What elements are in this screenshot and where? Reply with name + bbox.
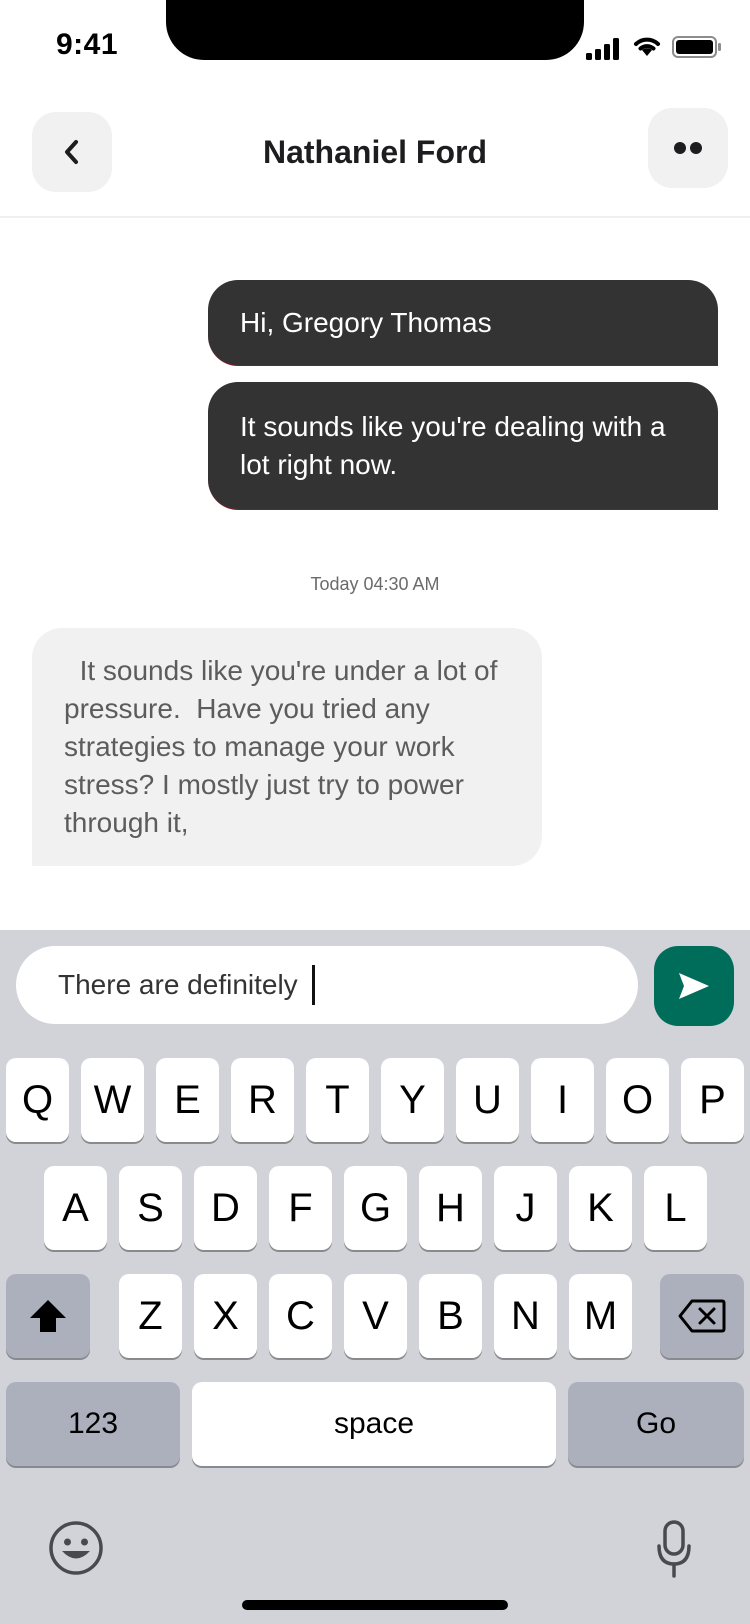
go-key[interactable]: Go: [568, 1382, 744, 1466]
key-n[interactable]: N: [494, 1274, 557, 1358]
key-c[interactable]: C: [269, 1274, 332, 1358]
delete-key[interactable]: [660, 1274, 744, 1358]
keyboard-area: There are definitely Q W E R T Y U I O P…: [0, 930, 750, 1624]
message-text: Hi, Gregory Thomas: [240, 306, 492, 338]
message-text: It sounds like you're dealing with a lot…: [240, 411, 666, 480]
key-k[interactable]: K: [569, 1166, 632, 1250]
space-key[interactable]: space: [192, 1382, 556, 1466]
key-i[interactable]: I: [531, 1058, 594, 1142]
key-s[interactable]: S: [119, 1166, 182, 1250]
wifi-icon: [634, 37, 660, 56]
key-o[interactable]: O: [606, 1058, 669, 1142]
message-timestamp: Today 04:30 AM: [310, 574, 440, 594]
key-w[interactable]: W: [81, 1058, 144, 1142]
message-input[interactable]: There are definitely: [16, 946, 638, 1024]
key-t[interactable]: T: [306, 1058, 369, 1142]
more-options-button[interactable]: [648, 108, 728, 188]
emoji-icon[interactable]: [48, 1520, 104, 1576]
key-y[interactable]: Y: [381, 1058, 444, 1142]
device-notch: [166, 0, 584, 60]
key-v[interactable]: V: [344, 1274, 407, 1358]
incoming-message: It sounds like you're under a lot of pre…: [32, 628, 542, 866]
key-g[interactable]: G: [344, 1166, 407, 1250]
key-d[interactable]: D: [194, 1166, 257, 1250]
key-h[interactable]: H: [419, 1166, 482, 1250]
send-button[interactable]: [654, 946, 734, 1026]
key-a[interactable]: A: [44, 1166, 107, 1250]
key-p[interactable]: P: [681, 1058, 744, 1142]
backspace-icon: [678, 1299, 726, 1333]
key-u[interactable]: U: [456, 1058, 519, 1142]
send-icon: [679, 973, 709, 999]
message-text: It sounds like you're under a lot of pre…: [64, 655, 506, 838]
message-input-text: There are definitely: [58, 969, 298, 1000]
battery-icon: [672, 36, 721, 58]
status-time: 9:41: [56, 28, 119, 61]
shift-key[interactable]: [6, 1274, 90, 1358]
text-cursor: [311, 965, 315, 1005]
key-x[interactable]: X: [194, 1274, 257, 1358]
key-r[interactable]: R: [231, 1058, 294, 1142]
chat-header: Nathaniel Ford: [0, 92, 750, 218]
microphone-icon[interactable]: [656, 1520, 692, 1578]
more-dots-icon: [674, 142, 702, 154]
home-indicator[interactable]: [242, 1600, 508, 1610]
key-j[interactable]: J: [494, 1166, 557, 1250]
key-f[interactable]: F: [269, 1166, 332, 1250]
key-q[interactable]: Q: [6, 1058, 69, 1142]
page-title: Nathaniel Ford: [262, 134, 487, 170]
key-l[interactable]: L: [644, 1166, 707, 1250]
key-b[interactable]: B: [419, 1274, 482, 1358]
numbers-key[interactable]: 123: [6, 1382, 180, 1466]
cellular-signal-icon: [586, 38, 619, 60]
outgoing-message: Hi, Gregory Thomas: [208, 280, 718, 366]
key-z[interactable]: Z: [119, 1274, 182, 1358]
key-e[interactable]: E: [156, 1058, 219, 1142]
key-m[interactable]: M: [569, 1274, 632, 1358]
status-bar: 9:41: [0, 0, 750, 92]
shift-icon: [30, 1300, 66, 1332]
outgoing-message: It sounds like you're dealing with a lot…: [208, 382, 718, 510]
